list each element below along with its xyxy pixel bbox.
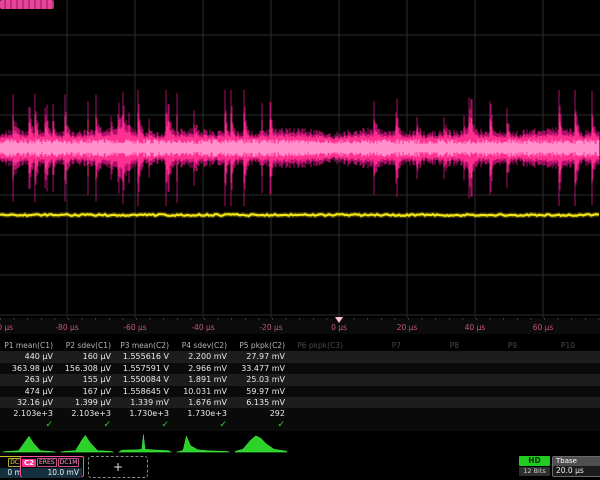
param-header-7[interactable]: P7: [348, 340, 406, 351]
stat-row-num: 2.103e+32.103e+31.730e+31.730e+3292: [0, 408, 600, 419]
stat-cell: 1.550084 V: [116, 374, 174, 385]
c2-scale-value: 10.0 mV: [22, 468, 82, 478]
param-histicon-4[interactable]: [174, 432, 232, 455]
timebase-title: Tbase: [553, 457, 600, 466]
add-trace-button[interactable]: +: [88, 456, 148, 478]
time-axis-label: 20 µs: [397, 323, 418, 332]
stat-cell: 160 µV: [58, 351, 116, 362]
param-header-10[interactable]: P10: [522, 340, 580, 351]
stat-cell: 1.339 mV: [116, 397, 174, 408]
stat-cell: 155 µV: [58, 374, 116, 385]
time-axis-label: 0 µs: [331, 323, 347, 332]
param-header-6[interactable]: P6 pkpk(C3): [290, 340, 348, 351]
stat-cell: 440 µV: [0, 351, 58, 362]
status-ok-icon: ✓: [116, 420, 174, 431]
param-histicon-5[interactable]: [232, 432, 290, 455]
timebase-scale-value: 20.0 µs: [553, 466, 600, 476]
param-histicon-3[interactable]: [116, 432, 174, 455]
time-axis-label: -40 µs: [191, 323, 214, 332]
time-axis-label: -80 µs: [55, 323, 78, 332]
channel-descriptor-c2[interactable]: C2 ERES DC1M 10.0 mV: [20, 456, 84, 477]
time-axis-label: -20 µs: [259, 323, 282, 332]
timebase-descriptor[interactable]: Tbase 20.0 µs: [552, 456, 600, 477]
stat-cell: 33.477 mV: [232, 363, 290, 374]
histicon-row: [0, 432, 600, 455]
status-ok-icon: ✓: [174, 420, 232, 431]
stat-cell: 25.03 mV: [232, 374, 290, 385]
measurement-table: P1 mean(C1)P2 sdev(C1)P3 mean(C2)P4 sdev…: [0, 340, 600, 431]
param-header-1[interactable]: P1 mean(C1): [0, 340, 58, 351]
time-axis-label: 40 µs: [465, 323, 486, 332]
status-ok-icon: ✓: [58, 420, 116, 431]
stat-cell: 1.557591 V: [116, 363, 174, 374]
c2-trace: [0, 90, 599, 206]
stat-cell: 10.031 mV: [174, 386, 232, 397]
status-ok-icon: ✓: [0, 420, 58, 431]
stat-cell: 2.966 mV: [174, 363, 232, 374]
stat-cell: 27.97 mV: [232, 351, 290, 362]
stat-cell: 263 µV: [0, 374, 58, 385]
stat-row-sdev: 32.16 µV1.399 µV1.339 mV1.676 mV6.135 mV: [0, 397, 600, 408]
time-axis-label: -100 µs: [0, 323, 13, 332]
oscilloscope-screen: -100 µs -80 µs -60 µs -40 µs -20 µs 0 µs 20 µs…: [0, 0, 600, 480]
stat-cell: 6.135 mV: [232, 397, 290, 408]
stat-cell: 1.676 mV: [174, 397, 232, 408]
status-ok-icon: ✓: [232, 420, 290, 431]
param-histicon-2[interactable]: [58, 432, 116, 455]
stat-cell: 474 µV: [0, 386, 58, 397]
stat-cell: 1.730e+3: [116, 408, 174, 419]
stat-cell: 292: [232, 408, 290, 419]
c2-coupling-badge: DC1M: [58, 458, 80, 467]
param-header-8[interactable]: P8: [406, 340, 464, 351]
trigger-position-marker[interactable]: [335, 317, 343, 323]
stat-cell: 2.200 mV: [174, 351, 232, 362]
hd-badge: HD: [519, 456, 550, 466]
param-header-3[interactable]: P3 mean(C2): [116, 340, 174, 351]
stat-cell: 156.308 µV: [58, 363, 116, 374]
c2-eres-badge: ERES: [37, 458, 57, 467]
param-header-11[interactable]: P11: [580, 340, 600, 351]
descriptor-bar: DC1M 0 mV C2 ERES DC1M 10.0 mV + HD 12 B…: [0, 455, 600, 480]
stat-cell: 1.558645 V: [116, 386, 174, 397]
param-header-5[interactable]: P5 pkpk(C2): [232, 340, 290, 351]
c2-channel-badge: C2: [22, 459, 36, 467]
stat-cell: 1.730e+3: [174, 408, 232, 419]
stat-row-min: 263 µV155 µV1.550084 V1.891 mV25.03 mV: [0, 374, 600, 385]
waveform-display: [0, 0, 600, 318]
time-axis: -100 µs -80 µs -60 µs -40 µs -20 µs 0 µs 20 µs…: [0, 318, 600, 334]
time-axis-label: 60 µs: [533, 323, 554, 332]
param-header-9[interactable]: P9: [464, 340, 522, 351]
stat-cell: 1.555616 V: [116, 351, 174, 362]
stat-cell: 363.98 µV: [0, 363, 58, 374]
stat-cell: 1.399 µV: [58, 397, 116, 408]
c1-trace: [0, 214, 599, 216]
stat-cell: 2.103e+3: [0, 408, 58, 419]
time-axis-label: -60 µs: [123, 323, 146, 332]
hd-mode-indicator[interactable]: HD 12 Bits: [519, 456, 550, 476]
stat-cell: 167 µV: [58, 386, 116, 397]
status-row: ✓✓✓✓✓: [0, 420, 600, 431]
stat-row-value: 440 µV160 µV1.555616 V2.200 mV27.97 mV: [0, 351, 600, 362]
stat-cell: 59.97 mV: [232, 386, 290, 397]
hd-bits-label: 12 Bits: [519, 467, 550, 476]
stat-row-mean: 363.98 µV156.308 µV1.557591 V2.966 mV33.…: [0, 363, 600, 374]
param-histicon-1[interactable]: [0, 432, 58, 455]
stat-cell: 2.103e+3: [58, 408, 116, 419]
param-header-2[interactable]: P2 sdev(C1): [58, 340, 116, 351]
stat-cell: 1.891 mV: [174, 374, 232, 385]
stat-row-max: 474 µV167 µV1.558645 V10.031 mV59.97 mV: [0, 386, 600, 397]
stat-cell: 32.16 µV: [0, 397, 58, 408]
param-header-4[interactable]: P4 sdev(C2): [174, 340, 232, 351]
